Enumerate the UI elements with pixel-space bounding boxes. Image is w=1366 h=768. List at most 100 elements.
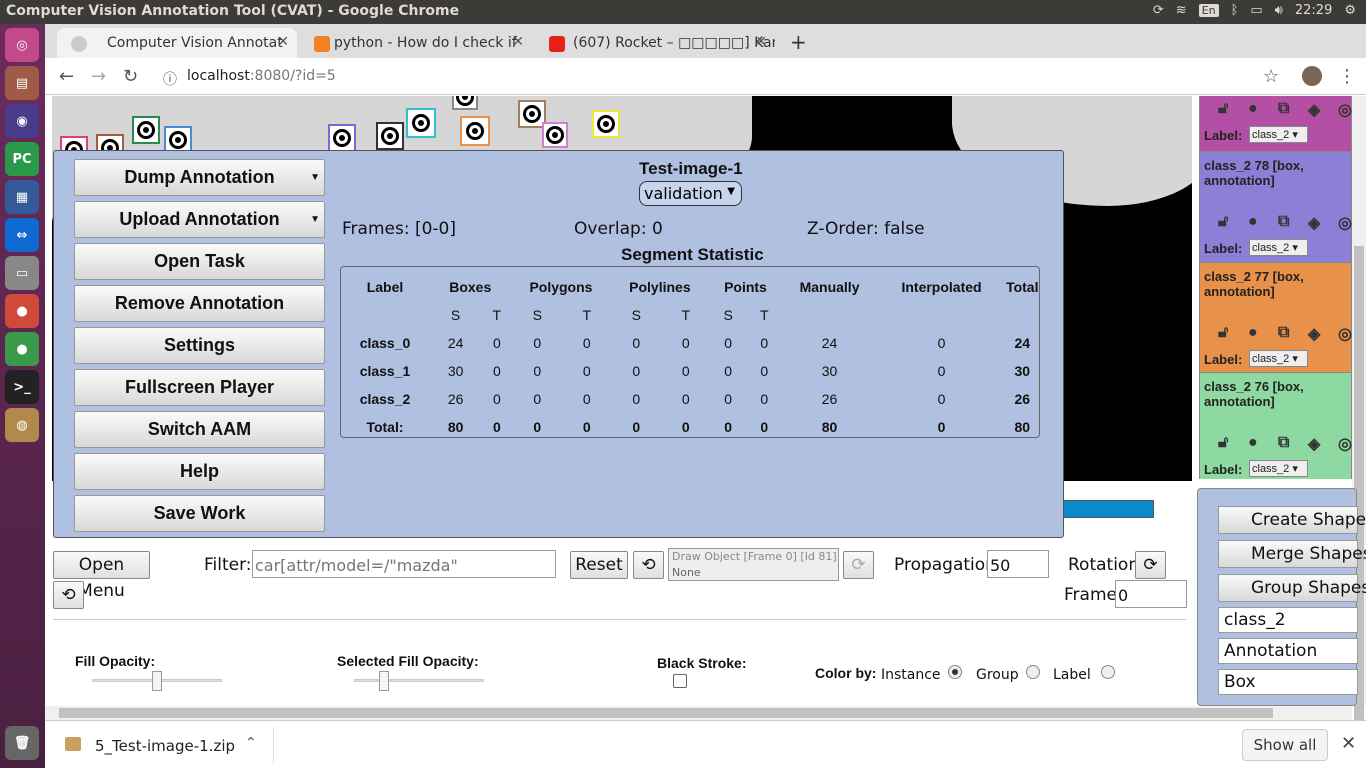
fill-opacity-knob[interactable] bbox=[152, 671, 162, 691]
task-mode-select[interactable]: validation ▼ bbox=[639, 181, 742, 206]
upload-annotation-button[interactable]: Upload Annotation ▼ bbox=[74, 201, 325, 238]
layers-icon[interactable]: ◈ bbox=[1308, 100, 1326, 119]
copy-icon[interactable]: ⧉ bbox=[1278, 324, 1296, 342]
kebab-menu-icon[interactable]: ⋮ bbox=[1338, 66, 1356, 87]
object-item[interactable]: class_2 76 [box, annotation] 🔓︎ ● ⧉ ◈ ◎ … bbox=[1199, 372, 1352, 479]
drive-icon[interactable]: ▭ bbox=[5, 256, 39, 290]
copy-icon[interactable]: ⧉ bbox=[1278, 434, 1296, 452]
chevron-up-icon[interactable]: ⌃ bbox=[245, 735, 257, 751]
lock-icon[interactable]: 🔓︎ bbox=[1218, 100, 1236, 118]
target-icon[interactable]: ◎ bbox=[1338, 213, 1352, 232]
remove-annotation-button[interactable]: Remove Annotation bbox=[74, 285, 325, 322]
rotate-counterclockwise-icon[interactable]: ⟲ bbox=[53, 581, 84, 609]
object-item[interactable]: 🔓︎ ● ⧉ ◈ ◎ Label: class_2 ▾ bbox=[1199, 96, 1352, 153]
object-item[interactable]: class_2 77 [box, annotation] 🔓︎ ● ⧉ ◈ ◎ … bbox=[1199, 262, 1352, 377]
label-select[interactable]: class_2 ▾ bbox=[1249, 239, 1308, 256]
reset-button[interactable]: Reset bbox=[570, 551, 628, 579]
star-icon[interactable]: ☆ bbox=[1263, 66, 1279, 87]
bounding-box[interactable] bbox=[376, 122, 404, 150]
show-all-button[interactable]: Show all bbox=[1242, 729, 1328, 761]
selected-fill-opacity-knob[interactable] bbox=[379, 671, 389, 691]
terminal-icon[interactable]: >_ bbox=[5, 370, 39, 404]
layers-icon[interactable]: ◈ bbox=[1308, 213, 1326, 232]
eclipse-icon[interactable]: ◉ bbox=[5, 104, 39, 138]
person-icon[interactable]: ● bbox=[1248, 100, 1266, 118]
tab-cvat[interactable]: Computer Vision Annotat ✕ bbox=[57, 28, 297, 58]
open-task-button[interactable]: Open Task bbox=[74, 243, 325, 280]
image-viewer-icon[interactable]: ◍ bbox=[5, 408, 39, 442]
lock-icon[interactable]: 🔓︎ bbox=[1218, 213, 1236, 231]
copy-icon[interactable]: ⧉ bbox=[1278, 100, 1296, 118]
selected-fill-opacity-slider[interactable] bbox=[354, 679, 484, 682]
tab-stackoverflow[interactable]: python - How do I check if ✕ bbox=[300, 28, 532, 58]
bounding-box[interactable] bbox=[132, 116, 160, 144]
person-icon[interactable]: ● bbox=[1248, 324, 1266, 342]
forward-icon[interactable]: → bbox=[91, 66, 106, 87]
redo-icon[interactable]: ⟳ bbox=[843, 551, 874, 579]
tab-youtube[interactable]: (607) Rocket – □□□□□] Kann ✕ bbox=[535, 28, 775, 58]
chrome-icon[interactable]: ● bbox=[5, 294, 39, 328]
label-select[interactable]: class_2 bbox=[1218, 607, 1358, 633]
undo-icon[interactable]: ⟲ bbox=[633, 551, 664, 579]
bluetooth-icon[interactable]: ᛒ bbox=[1231, 3, 1239, 18]
layers-icon[interactable]: ◈ bbox=[1308, 324, 1326, 343]
create-shape-button[interactable]: Create Shape bbox=[1218, 506, 1366, 534]
mode-select[interactable]: Annotation bbox=[1218, 638, 1358, 664]
avatar[interactable] bbox=[1302, 66, 1322, 86]
settings-button[interactable]: Settings bbox=[74, 327, 325, 364]
pycharm-icon[interactable]: PC bbox=[5, 142, 39, 176]
target-icon[interactable]: ◎ bbox=[1338, 324, 1352, 343]
wifi-icon[interactable]: ≋ bbox=[1176, 3, 1187, 18]
copy-icon[interactable]: ⧉ bbox=[1278, 213, 1296, 231]
close-icon[interactable]: ✕ bbox=[512, 34, 524, 50]
bounding-box[interactable] bbox=[592, 110, 620, 138]
scrollbar-thumb[interactable] bbox=[59, 708, 1273, 718]
instance-radio[interactable] bbox=[948, 665, 962, 679]
ubuntu-icon[interactable]: ◎ bbox=[5, 28, 39, 62]
battery-icon[interactable]: ▭ bbox=[1250, 3, 1262, 18]
switch-aam-button[interactable]: Switch AAM bbox=[74, 411, 325, 448]
close-icon[interactable]: ✕ bbox=[1341, 733, 1356, 754]
bounding-box[interactable] bbox=[328, 124, 356, 152]
bounding-box[interactable] bbox=[452, 96, 478, 110]
help-button[interactable]: Help bbox=[74, 453, 325, 490]
close-icon[interactable]: ✕ bbox=[755, 34, 767, 50]
open-menu-button[interactable]: Open Menu bbox=[53, 551, 150, 601]
black-stroke-checkbox[interactable] bbox=[673, 674, 687, 688]
label-select[interactable]: class_2 ▾ bbox=[1249, 350, 1308, 367]
url-field[interactable]: localhost:8080/?id=5 bbox=[187, 68, 336, 84]
fullscreen-player-button[interactable]: Fullscreen Player bbox=[74, 369, 325, 406]
download-file-name[interactable]: 5_Test-image-1.zip bbox=[95, 737, 235, 755]
propagation-input[interactable] bbox=[987, 550, 1049, 578]
target-icon[interactable]: ◎ bbox=[1338, 434, 1352, 453]
info-icon[interactable]: ⓘ bbox=[163, 69, 177, 89]
horizontal-scrollbar[interactable] bbox=[45, 706, 1352, 720]
volume-icon[interactable]: 🔊︎ bbox=[1275, 3, 1283, 18]
files-icon[interactable]: ▤ bbox=[5, 66, 39, 100]
label-radio[interactable] bbox=[1101, 665, 1115, 679]
frame-input[interactable] bbox=[1115, 580, 1187, 608]
person-icon[interactable]: ● bbox=[1248, 434, 1266, 452]
label-select[interactable]: class_2 ▾ bbox=[1249, 460, 1308, 477]
chrome-icon-2[interactable]: ● bbox=[5, 332, 39, 366]
close-icon[interactable]: ✕ bbox=[277, 34, 289, 50]
save-work-button[interactable]: Save Work bbox=[74, 495, 325, 532]
lock-icon[interactable]: 🔓︎ bbox=[1218, 324, 1236, 342]
bounding-box[interactable] bbox=[542, 122, 568, 148]
target-icon[interactable]: ◎ bbox=[1338, 100, 1352, 119]
lock-icon[interactable]: 🔓︎ bbox=[1218, 434, 1236, 452]
label-select[interactable]: class_2 ▾ bbox=[1249, 126, 1308, 143]
reload-icon[interactable]: ↻ bbox=[123, 66, 138, 87]
merge-shapes-button[interactable]: Merge Shapes bbox=[1218, 540, 1366, 568]
new-tab-button[interactable]: + bbox=[790, 30, 807, 54]
dump-annotation-button[interactable]: Dump Annotation ▼ bbox=[74, 159, 325, 196]
editor-icon[interactable]: ▦ bbox=[5, 180, 39, 214]
group-shapes-button[interactable]: Group Shapes bbox=[1218, 574, 1366, 602]
layers-icon[interactable]: ◈ bbox=[1308, 434, 1326, 453]
group-radio[interactable] bbox=[1026, 665, 1040, 679]
teamviewer-icon[interactable]: ⇔ bbox=[5, 218, 39, 252]
keyboard-layout[interactable]: En bbox=[1198, 4, 1219, 17]
clock[interactable]: 22:29 bbox=[1295, 3, 1332, 18]
filter-input[interactable] bbox=[252, 550, 556, 578]
bounding-box[interactable] bbox=[460, 116, 490, 146]
